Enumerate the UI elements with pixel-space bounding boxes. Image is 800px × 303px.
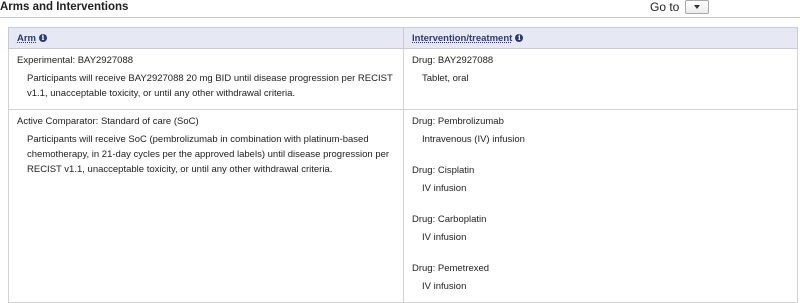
info-icon[interactable]: i <box>515 33 524 42</box>
drug-item: Drug: Pemetrexed IV infusion <box>412 261 789 294</box>
drug-name: Drug: Carboplatin <box>412 214 487 225</box>
drug-route: IV infusion <box>422 232 467 243</box>
column-header-arm: Arm i <box>8 27 404 49</box>
arm-cell: Active Comparator: Standard of care (SoC… <box>8 109 404 303</box>
drug-name: Drug: Pembrolizumab <box>412 116 504 127</box>
arm-cell: Experimental: BAY2927088 Participants wi… <box>8 48 404 110</box>
drug-route: IV infusion <box>422 183 467 194</box>
table-row: Experimental: BAY2927088 Participants wi… <box>8 48 798 110</box>
goto-label: Go to <box>650 0 680 14</box>
arm-title: Active Comparator: Standard of care (SoC… <box>17 116 199 127</box>
arm-description: Participants will receive SoC (pembroliz… <box>27 134 390 175</box>
intervention-header-label[interactable]: Intervention/treatment <box>412 33 512 44</box>
column-header-intervention: Intervention/treatment i <box>403 27 798 49</box>
info-icon[interactable]: i <box>39 33 48 42</box>
goto-dropdown-button[interactable] <box>685 0 710 14</box>
drug-item: Drug: BAY2927088 Tablet, oral <box>412 53 789 86</box>
arm-title: Experimental: BAY2927088 <box>17 55 134 66</box>
drug-route: Tablet, oral <box>422 73 469 84</box>
drug-route: Intravenous (IV) infusion <box>422 134 525 145</box>
table-header-row: Arm i Intervention/treatment i <box>8 27 798 49</box>
drug-name: Drug: Pemetrexed <box>412 263 490 274</box>
drug-route: IV infusion <box>422 281 467 292</box>
goto-control: Go to <box>650 0 710 14</box>
section-title: Arms and Interventions <box>0 1 129 13</box>
intervention-cell: Drug: Pembrolizumab Intravenous (IV) inf… <box>403 109 798 303</box>
intervention-cell: Drug: BAY2927088 Tablet, oral <box>403 48 798 110</box>
arm-description: Participants will receive BAY2927088 20 … <box>27 73 393 99</box>
arm-header-label[interactable]: Arm <box>17 33 36 44</box>
table-row: Active Comparator: Standard of care (SoC… <box>8 109 798 303</box>
drug-item: Drug: Carboplatin IV infusion <box>412 212 789 245</box>
drug-item: Drug: Cisplatin IV infusion <box>412 163 789 196</box>
drug-name: Drug: Cisplatin <box>412 165 475 176</box>
drug-item: Drug: Pembrolizumab Intravenous (IV) inf… <box>412 114 789 147</box>
arms-table: Arm i Intervention/treatment i Experimenta… <box>8 27 798 303</box>
section-header: Arms and Interventions Go to <box>0 0 800 18</box>
chevron-down-icon <box>694 5 701 9</box>
drug-name: Drug: BAY2927088 <box>412 55 494 66</box>
